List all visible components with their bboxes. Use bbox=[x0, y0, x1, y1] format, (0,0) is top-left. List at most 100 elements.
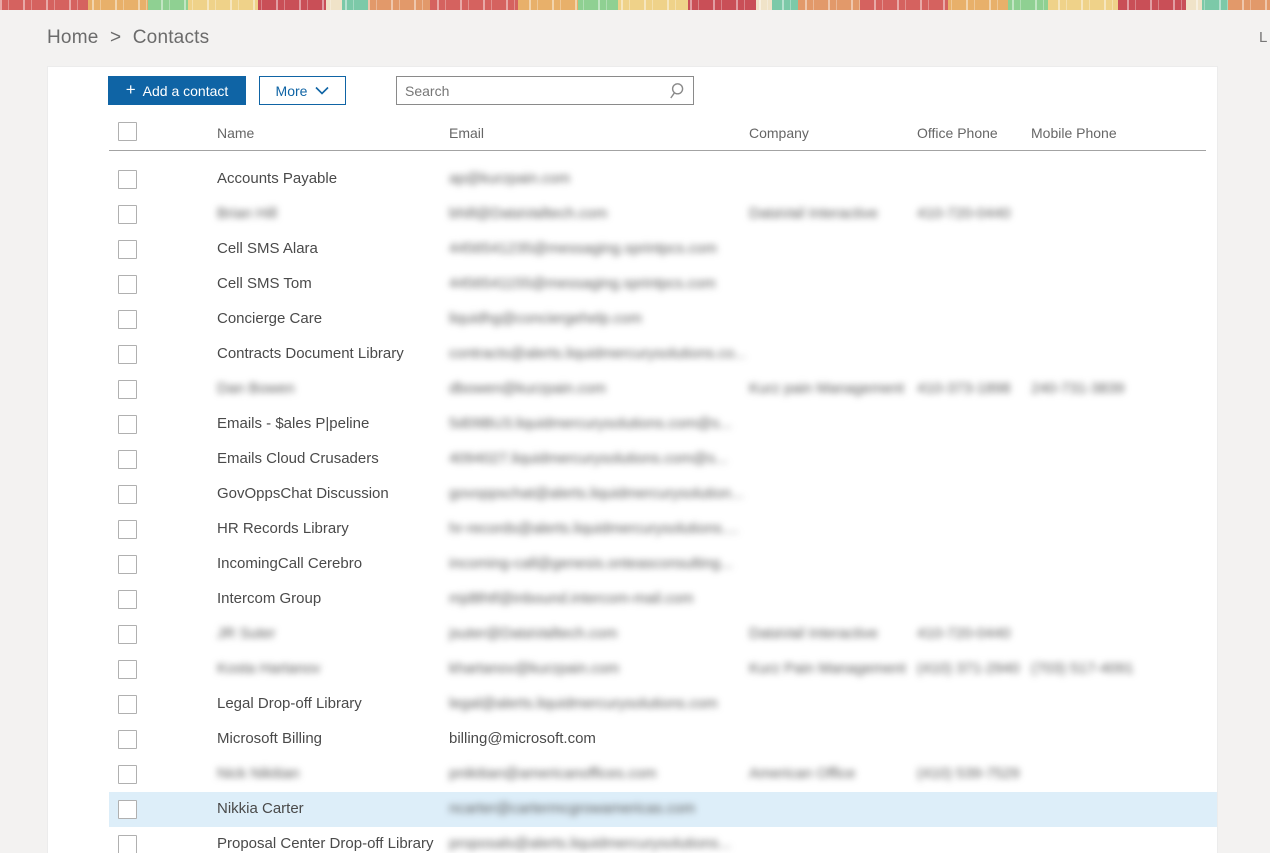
table-row[interactable]: Accounts Payable ap@kurzpain.com bbox=[109, 162, 1217, 197]
contact-name[interactable]: Legal Drop-off Library bbox=[217, 695, 443, 712]
contact-email: mjd8htf@inbound.intercom-mail.com bbox=[449, 590, 694, 607]
table-row[interactable]: HR Records Library hr-records@alerts.liq… bbox=[109, 512, 1217, 547]
breadcrumb-current[interactable]: Contacts bbox=[133, 27, 210, 48]
contact-email: dbowen@kurzpain.com bbox=[449, 380, 606, 397]
table-row[interactable]: Intercom Group mjd8htf@inbound.intercom-… bbox=[109, 582, 1217, 617]
select-all-checkbox[interactable] bbox=[118, 122, 137, 141]
contact-name[interactable]: Nick Nikitian bbox=[217, 765, 443, 782]
search-icon[interactable] bbox=[670, 82, 687, 99]
contact-office-phone: 410-720-0440 bbox=[917, 205, 1011, 222]
more-button[interactable]: More bbox=[259, 76, 346, 105]
row-checkbox[interactable] bbox=[118, 205, 137, 224]
contact-email: legal@alerts.liquidmercurysolutions.com bbox=[449, 695, 718, 712]
column-header-company[interactable]: Company bbox=[749, 125, 809, 141]
contact-name[interactable]: Kosta Hartanov bbox=[217, 660, 443, 677]
table-row[interactable]: Dan Bowen dbowen@kurzpain.com Kurz pain … bbox=[109, 372, 1217, 407]
add-contact-button[interactable]: + Add a contact bbox=[108, 76, 246, 105]
breadcrumb-home[interactable]: Home bbox=[47, 27, 98, 48]
contact-name[interactable]: Cell SMS Tom bbox=[217, 275, 443, 292]
table-row[interactable]: IncomingCall Cerebro incoming-call@genes… bbox=[109, 547, 1217, 582]
table-row[interactable]: Nick Nikitian pnikitian@americanoffices.… bbox=[109, 757, 1217, 792]
row-checkbox[interactable] bbox=[118, 240, 137, 259]
contact-email: hr-records@alerts.liquidmercurysolutions… bbox=[449, 520, 739, 537]
column-header-email[interactable]: Email bbox=[449, 125, 484, 141]
table-row[interactable]: Emails - $ales P|peline 5d09BU3.liquidme… bbox=[109, 407, 1217, 442]
contact-name[interactable]: Dan Bowen bbox=[217, 380, 443, 397]
search-box bbox=[396, 76, 694, 105]
table-row[interactable]: Cell SMS Tom 4456541155@messaging.sprint… bbox=[109, 267, 1217, 302]
more-label: More bbox=[275, 82, 308, 99]
row-checkbox[interactable] bbox=[118, 590, 137, 609]
row-checkbox[interactable] bbox=[118, 625, 137, 644]
row-checkbox[interactable] bbox=[118, 380, 137, 399]
row-checkbox[interactable] bbox=[118, 415, 137, 434]
contact-name[interactable]: JR Suter bbox=[217, 625, 443, 642]
contact-email: jsuter@DataVailtech.com bbox=[449, 625, 618, 642]
table-row[interactable]: Concierge Care liquidhg@conciergehelp.co… bbox=[109, 302, 1217, 337]
table-row[interactable]: Legal Drop-off Library legal@alerts.liqu… bbox=[109, 687, 1217, 722]
contact-name[interactable]: GovOppsChat Discussion bbox=[217, 485, 443, 502]
column-header-office-phone[interactable]: Office Phone bbox=[917, 125, 998, 141]
plus-icon: + bbox=[125, 80, 136, 99]
contact-mobile-phone: (703) 517-4091 bbox=[1031, 660, 1134, 677]
contact-email: 4094027.liquidmercurysolutions.com@s... bbox=[449, 450, 728, 467]
contact-name[interactable]: Contracts Document Library bbox=[217, 345, 443, 362]
column-header-name[interactable]: Name bbox=[217, 125, 254, 141]
contact-name[interactable]: Nikkia Carter bbox=[217, 800, 443, 817]
contact-office-phone: (410) 539-7529 bbox=[917, 765, 1020, 782]
table-row[interactable]: Brian Hill bhill@DataVailtech.com DataVa… bbox=[109, 197, 1217, 232]
contact-name[interactable]: IncomingCall Cerebro bbox=[217, 555, 443, 572]
contact-name[interactable]: Concierge Care bbox=[217, 310, 443, 327]
row-checkbox[interactable] bbox=[118, 450, 137, 469]
contact-office-phone: 410-720-0440 bbox=[917, 625, 1011, 642]
table-row[interactable]: JR Suter jsuter@DataVailtech.com DataVai… bbox=[109, 617, 1217, 652]
contact-name[interactable]: HR Records Library bbox=[217, 520, 443, 537]
contact-email: incoming-call@genesis.onteasconsulting..… bbox=[449, 555, 733, 572]
row-checkbox[interactable] bbox=[118, 485, 137, 504]
contact-name[interactable]: Microsoft Billing bbox=[217, 730, 443, 747]
table-row[interactable]: Cell SMS Alara 4456541235@messaging.spri… bbox=[109, 232, 1217, 267]
column-header-mobile-phone[interactable]: Mobile Phone bbox=[1031, 125, 1117, 141]
contact-name[interactable]: Proposal Center Drop-off Library bbox=[217, 835, 443, 852]
row-checkbox[interactable] bbox=[118, 555, 137, 574]
table-row[interactable]: Kosta Hartanov khartanov@kurzpain.com Ku… bbox=[109, 652, 1217, 687]
top-right-cropped-label: L bbox=[1259, 29, 1268, 46]
contact-name[interactable]: Emails - $ales P|peline bbox=[217, 415, 443, 432]
row-checkbox[interactable] bbox=[118, 310, 137, 329]
contact-name[interactable]: Emails Cloud Crusaders bbox=[217, 450, 443, 467]
table-row[interactable]: Nikkia Carter ncarter@cartermcgrowameric… bbox=[109, 792, 1217, 827]
row-checkbox[interactable] bbox=[118, 800, 137, 819]
chevron-down-icon bbox=[315, 86, 330, 95]
contact-company: American Office bbox=[749, 765, 856, 782]
contact-name[interactable]: Accounts Payable bbox=[217, 170, 443, 187]
row-checkbox[interactable] bbox=[118, 520, 137, 539]
row-checkbox[interactable] bbox=[118, 695, 137, 714]
contact-email: contracts@alerts.liquidmercurysolutions.… bbox=[449, 345, 745, 362]
search-input[interactable] bbox=[396, 76, 694, 105]
row-checkbox[interactable] bbox=[118, 170, 137, 189]
row-checkbox[interactable] bbox=[118, 730, 137, 749]
table-row[interactable]: Emails Cloud Crusaders 4094027.liquidmer… bbox=[109, 442, 1217, 477]
contact-name[interactable]: Brian Hill bbox=[217, 205, 443, 222]
row-checkbox[interactable] bbox=[118, 275, 137, 294]
contact-company: DataVail Interactive bbox=[749, 625, 878, 642]
contact-email: 4456541155@messaging.sprintpcs.com bbox=[449, 275, 716, 292]
contacts-panel: + Add a contact More Name Email Company … bbox=[47, 66, 1218, 853]
table-row[interactable]: GovOppsChat Discussion govoppschat@alert… bbox=[109, 477, 1217, 512]
contact-email: 4456541235@messaging.sprintpcs.com bbox=[449, 240, 717, 257]
contact-office-phone: (410) 371-2940 bbox=[917, 660, 1020, 677]
table-row[interactable]: Proposal Center Drop-off Library proposa… bbox=[109, 827, 1217, 853]
contact-email: proposals@alerts.liquidmercurysolutions.… bbox=[449, 835, 732, 852]
contact-name[interactable]: Intercom Group bbox=[217, 590, 443, 607]
contact-email: govoppschat@alerts.liquidmercurysolution… bbox=[449, 485, 744, 502]
contact-company: DataVail Interactive bbox=[749, 205, 878, 222]
table-row[interactable]: Contracts Document Library contracts@ale… bbox=[109, 337, 1217, 372]
contact-company: Kurz pain Management bbox=[749, 380, 905, 397]
row-checkbox[interactable] bbox=[118, 765, 137, 784]
contact-name[interactable]: Cell SMS Alara bbox=[217, 240, 443, 257]
row-checkbox[interactable] bbox=[118, 835, 137, 853]
table-row[interactable]: Microsoft Billing billing@microsoft.com bbox=[109, 722, 1217, 757]
table-header-row: Name Email Company Office Phone Mobile P… bbox=[109, 117, 1206, 151]
row-checkbox[interactable] bbox=[118, 660, 137, 679]
row-checkbox[interactable] bbox=[118, 345, 137, 364]
